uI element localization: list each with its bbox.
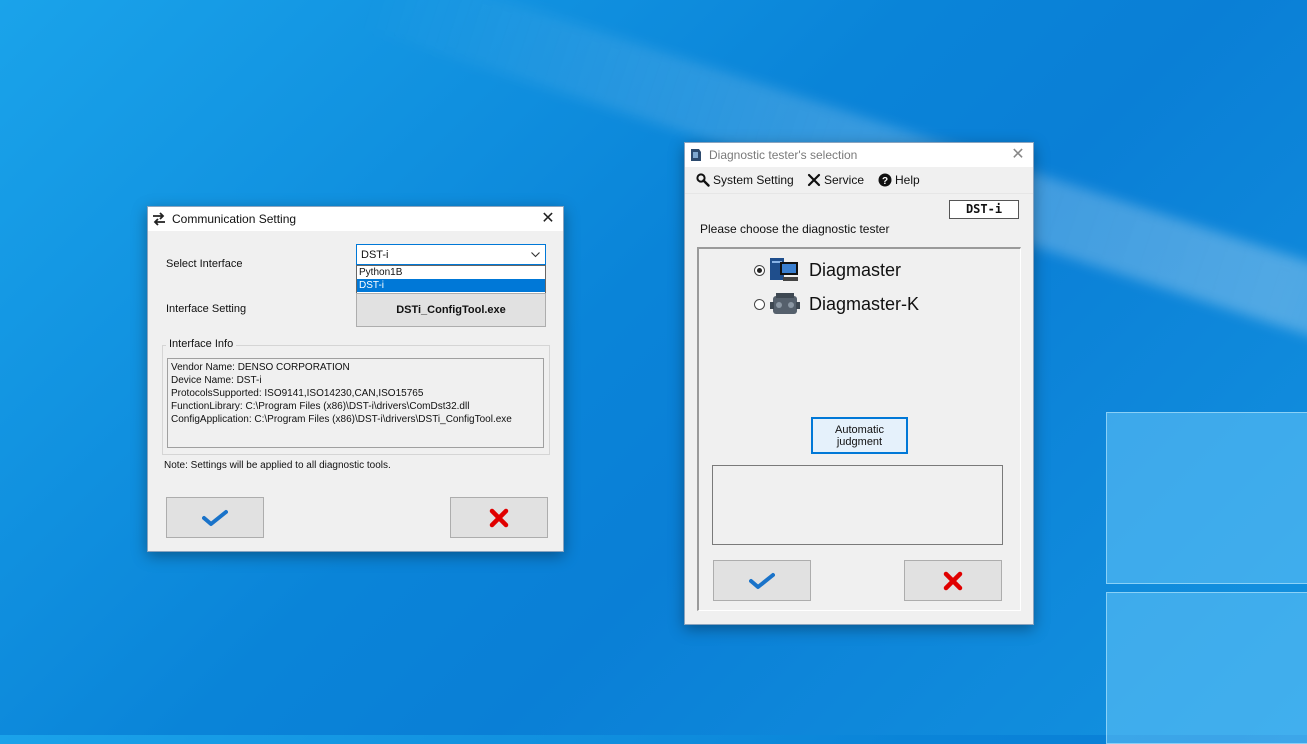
wrench-icon <box>696 173 710 187</box>
tester-name-diagmaster-k[interactable]: Diagmaster-K <box>809 294 919 315</box>
radio-diagmaster[interactable] <box>754 265 765 276</box>
interface-select[interactable]: DST-i <box>356 244 546 265</box>
interface-select-value: DST-i <box>361 249 389 261</box>
checkmark-icon <box>202 509 228 526</box>
ok-button[interactable] <box>713 560 811 601</box>
red-x-icon <box>489 508 509 527</box>
help-icon: ? <box>878 173 892 187</box>
menu-service[interactable]: Service <box>807 173 864 187</box>
windows-logo-pane-upper <box>1106 412 1307 584</box>
info-protocols: ProtocolsSupported: ISO9141,ISO14230,CAN… <box>171 388 424 399</box>
communication-setting-window: Communication Setting ✕ Select Interface… <box>147 206 564 552</box>
radio-diagmaster-k[interactable] <box>754 299 765 310</box>
interface-dropdown-list: Python1B DST-i <box>356 265 546 294</box>
window-title: Diagnostic tester's selection <box>709 148 858 162</box>
automatic-judgment-line2: judgment <box>836 435 883 448</box>
interface-info-box: Vendor Name: DENSO CORPORATION Device Na… <box>167 358 544 448</box>
tester-name-diagmaster[interactable]: Diagmaster <box>809 260 901 281</box>
interface-info-title: Interface Info <box>166 338 237 350</box>
svg-text:?: ? <box>882 176 888 187</box>
ok-button[interactable] <box>166 497 264 538</box>
computer-icon <box>770 258 798 281</box>
close-button[interactable]: ✕ <box>1003 143 1033 167</box>
automatic-judgment-line1: Automatic <box>835 423 884 436</box>
close-button[interactable]: ✕ <box>533 207 563 231</box>
menu-service-label: Service <box>824 173 865 187</box>
dropdown-option-dst-i[interactable]: DST-i <box>357 279 545 292</box>
menu-divider <box>685 193 1033 194</box>
cancel-button[interactable] <box>450 497 548 538</box>
settings-note: Note: Settings will be applied to all di… <box>164 460 391 471</box>
engine-icon <box>770 293 800 314</box>
info-device-name: Device Name: DST-i <box>171 375 262 386</box>
select-interface-label: Select Interface <box>166 258 243 270</box>
choose-tester-prompt: Please choose the diagnostic tester <box>700 222 890 236</box>
info-function-library: FunctionLibrary: C:\Program Files (x86)\… <box>171 401 470 412</box>
result-text-area[interactable] <box>712 465 1003 545</box>
diagnostic-tester-selection-window: Diagnostic tester's selection ✕ System S… <box>684 142 1034 625</box>
tools-icon <box>807 173 821 187</box>
info-config-application: ConfigApplication: C:\Program Files (x86… <box>171 414 512 425</box>
menu-system-setting[interactable]: System Setting <box>696 173 794 187</box>
checkmark-icon <box>749 572 775 589</box>
chevron-down-icon <box>531 252 540 258</box>
menu-help-label: Help <box>895 173 920 187</box>
menu-help[interactable]: ? Help <box>878 173 920 187</box>
swap-arrows-icon <box>153 212 165 226</box>
device-badge: DST-i <box>949 200 1019 219</box>
title-bar[interactable]: Diagnostic tester's selection ✕ <box>685 143 1033 167</box>
title-bar[interactable]: Communication Setting ✕ <box>148 207 563 231</box>
windows-logo-pane-lower <box>1106 592 1307 744</box>
window-title: Communication Setting <box>172 212 297 226</box>
interface-setting-label: Interface Setting <box>166 303 247 315</box>
dropdown-option-python1b[interactable]: Python1B <box>357 266 545 279</box>
red-x-icon <box>943 571 963 590</box>
info-vendor-name: Vendor Name: DENSO CORPORATION <box>171 362 350 373</box>
automatic-judgment-button[interactable]: Automatic judgment <box>811 417 908 454</box>
app-icon <box>691 149 701 161</box>
config-tool-button[interactable]: DSTi_ConfigTool.exe <box>356 293 546 327</box>
cancel-button[interactable] <box>904 560 1002 601</box>
menu-system-setting-label: System Setting <box>713 173 794 187</box>
